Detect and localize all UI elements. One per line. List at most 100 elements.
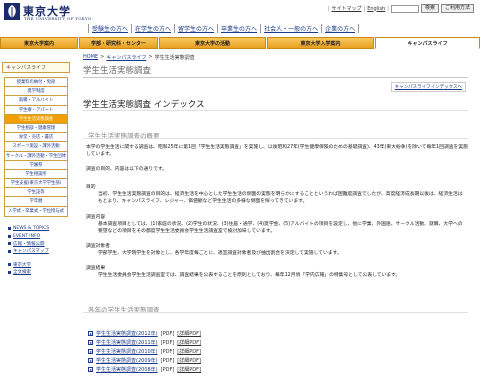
breadcrumb-separator: > <box>100 54 105 60</box>
list-item: 学生生活実態調査(2012年) [PDF] [詳細PDF] <box>88 329 201 338</box>
list-item[interactable]: 東京大学 <box>8 261 68 269</box>
global-nav: 東京大学案内 学部・研究科・センター 東京大学の活動 東京大学入学案内 キャンパ… <box>0 37 480 49</box>
audience-link-alumni[interactable]: 卒業生の方へ <box>217 24 260 33</box>
audience-link-students[interactable]: 在学生の方へ <box>131 24 174 33</box>
gnav-about[interactable]: 東京大学案内 <box>0 37 78 49</box>
divider <box>83 110 468 111</box>
pdf-label: [PDF] <box>160 330 175 337</box>
fulltext-search-link[interactable]: 全文検索 <box>13 269 31 275</box>
gnav-faculties[interactable]: 学部・研究科・センター <box>79 37 158 49</box>
audience-nav: 受験生の方へ 在学生の方へ 留学生の方へ 卒業生の方へ 社会人・一般の方へ 企業… <box>88 24 360 33</box>
gnav-activities[interactable]: 東京大学の活動 <box>159 37 266 49</box>
bullet-icon <box>8 227 11 231</box>
report-link-2011[interactable]: 学生生活実態調査(2011年) <box>96 339 158 346</box>
sidebar: キャンパスライフ 授業料の納付・免除 奨学制度 就職・アルバイト 学生寮・アパー… <box>0 50 72 376</box>
utokyo-link[interactable]: 東京大学 <box>13 262 31 268</box>
sidebar-item-calendar[interactable]: 学年暦 <box>5 197 67 207</box>
sidebar-item-sports[interactable]: スポーツ施設・課外活動 <box>5 142 67 152</box>
target-text: 学部学生、大学院学生を対象とし、各学年度毎ごとに、適宜調査対象者及び抽出割合を決… <box>98 251 342 256</box>
breadcrumb-campus-life[interactable]: キャンパスライフ <box>106 54 146 61</box>
sidebar-title: キャンパスライフ <box>2 62 70 73</box>
sidebar-item-circles[interactable]: サークル・課外活動・学生団体 <box>5 151 67 161</box>
breadcrumb-home[interactable]: HOME <box>83 54 98 61</box>
english-link[interactable]: English <box>367 6 385 12</box>
sidebar-item-cafeteria[interactable]: 食堂・売店・書店 <box>5 133 67 143</box>
list-item[interactable]: キャンパスマップ <box>8 247 68 255</box>
arrow-icon <box>88 358 93 363</box>
pdf-label: [PDF] <box>160 357 175 364</box>
event-link[interactable]: EVENT INFO <box>13 234 40 239</box>
page-heading: 学生生活実態調査 インデックス <box>83 100 205 110</box>
sidebar-item-scholarship[interactable]: 奨学制度 <box>5 87 67 97</box>
list-item[interactable]: NEWS & TOPICS <box>8 225 68 233</box>
report-link-2012[interactable]: 学生生活実態調査(2012年) <box>96 330 158 337</box>
report-detail-2008[interactable]: [詳細PDF] <box>177 366 201 373</box>
list-item: 学生生活実態調査(2009年) [PDF] [詳細PDF] <box>88 356 201 365</box>
purpose-text: 当初、学生生活実態調査の目的は、経済生活を中心とした学生生活の側面の実態を明らか… <box>98 192 463 205</box>
campus-map-link[interactable]: キャンパスマップ <box>13 248 49 254</box>
report-link-2010[interactable]: 学生生活実態調査(2010年) <box>96 348 158 355</box>
intro-subtext: 調査の目的、内容は以下の通りです。 <box>86 167 168 172</box>
sidebar-item-dormitory[interactable]: 学生寮・アパート <box>5 105 67 115</box>
usage-button[interactable]: ご利用方法 <box>440 4 474 13</box>
report-link-2009[interactable]: 学生生活実態調査(2009年) <box>96 357 158 364</box>
pdf-label: [PDF] <box>160 348 175 355</box>
pdf-label: [PDF] <box>160 339 175 346</box>
sidebar-item-survey[interactable]: 学生生活実態調査 <box>5 114 67 124</box>
intro-text: 本学の学生生活に関する調査は、昭和25年に第1回「学生生活実態調査」を実施し、以… <box>86 145 468 158</box>
divider <box>83 312 468 313</box>
search-button[interactable]: 検索 <box>420 4 439 13</box>
page-title: 学生生活実態調査 <box>83 66 152 76</box>
search-input[interactable] <box>390 4 419 13</box>
content-text: 基本調査項目としては、(1)家庭の状況、(2)学生の状況、(3)住居・通学、(4… <box>98 222 463 235</box>
sidebar-item-tuition[interactable]: 授業料の納付・免除 <box>5 78 67 88</box>
report-detail-2009[interactable]: [詳細PDF] <box>177 357 201 364</box>
pr-link[interactable]: 広報・情報公開 <box>13 241 45 247</box>
breadcrumb-separator: > <box>148 54 153 60</box>
sitemap-link[interactable]: サイトマップ <box>332 5 362 12</box>
utility-nav: | サイトマップ | English | 検索 ご利用方法 <box>328 4 474 13</box>
list-item: 学生生活実態調査(2011年) [PDF] [詳細PDF] <box>88 338 201 347</box>
report-detail-2011[interactable]: [詳細PDF] <box>177 339 201 346</box>
gnav-campus-life[interactable]: キャンパスライフ <box>375 37 480 49</box>
sidebar-item-jobs[interactable]: 就職・アルバイト <box>5 96 67 106</box>
news-link[interactable]: NEWS & TOPICS <box>13 226 49 231</box>
main-content: HOME > キャンパスライフ > 学生生活実態調査 学生生活実態調査 キャンパ… <box>80 50 472 376</box>
report-detail-2010[interactable]: [詳細PDF] <box>177 348 201 355</box>
divider <box>83 138 468 139</box>
list-item[interactable]: 広報・情報公開 <box>8 240 68 248</box>
university-logo[interactable]: 東京大学 THE UNIVERSITY OF TOKYO <box>4 2 104 24</box>
sidebar-item-ceremony[interactable]: 入学式・卒業式・学位授与式 <box>5 206 67 216</box>
report-link-2008[interactable]: 学生生活実態調査(2008年) <box>96 366 158 373</box>
arrow-icon <box>88 349 93 354</box>
audience-link-applicants[interactable]: 受験生の方へ <box>88 24 131 33</box>
list-item[interactable]: EVENT INFO <box>8 232 68 240</box>
sidebar-item-health[interactable]: 学生相談・健康管理 <box>5 123 67 134</box>
results-text: 学生生活委員会学生生活調査室では、調査結果を公表することを原則としており、毎年1… <box>98 273 401 278</box>
breadcrumb-current: 学生生活実態調査 <box>154 55 195 61</box>
sidebar-item-student-support[interactable]: 学生支援(東京大学学生部) <box>5 179 67 189</box>
bullet-icon <box>8 270 11 274</box>
sidebar-item-counseling[interactable]: 学生相談所 <box>5 169 67 180</box>
logo-english: THE UNIVERSITY OF TOKYO <box>24 16 92 21</box>
audience-link-business[interactable]: 企業の方へ <box>321 24 360 33</box>
sidebar-item-id-card[interactable]: 学生証等 <box>5 188 67 198</box>
report-list: 学生生活実態調査(2012年) [PDF] [詳細PDF] 学生生活実態調査(2… <box>88 329 201 374</box>
ginkgo-crest-icon <box>4 3 20 20</box>
list-item: 学生生活実態調査(2010年) [PDF] [詳細PDF] <box>88 347 201 356</box>
bullet-icon <box>8 242 11 246</box>
arrow-icon <box>88 331 93 336</box>
purpose-label: 目的 <box>86 185 96 190</box>
list-item[interactable]: 全文検索 <box>8 268 68 276</box>
bullet-icon <box>8 263 11 267</box>
sidebar-links-secondary: 東京大学 全文検索 <box>8 261 68 276</box>
campus-life-index-link[interactable]: キャンパスライフインデックスへ <box>390 82 466 92</box>
arrow-icon <box>88 340 93 345</box>
report-detail-2012[interactable]: [詳細PDF] <box>177 330 201 337</box>
sidebar-item-festival[interactable]: 学園祭 <box>5 160 67 170</box>
audience-link-public[interactable]: 社会人・一般の方へ <box>260 24 321 33</box>
audience-link-international[interactable]: 留学生の方へ <box>174 24 217 33</box>
divider <box>83 77 468 78</box>
gnav-admissions[interactable]: 東京大学入学案内 <box>267 37 374 49</box>
sidebar-menu: 授業料の納付・免除 奨学制度 就職・アルバイト 学生寮・アパート 学生生活実態調… <box>4 77 68 217</box>
